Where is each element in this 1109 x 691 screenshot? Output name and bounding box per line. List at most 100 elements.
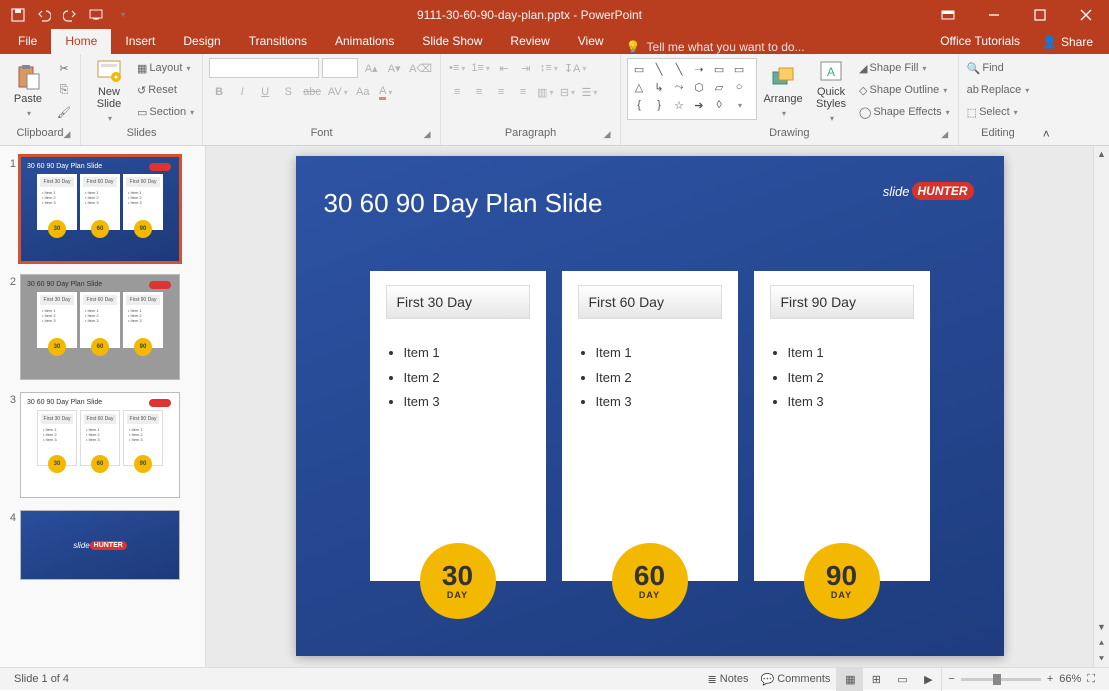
font-family-combo[interactable] <box>209 58 319 78</box>
slideshow-view-icon[interactable]: ▶ <box>915 668 941 691</box>
decrease-indent-icon[interactable]: ⇤ <box>494 58 514 78</box>
shapes-more-icon[interactable] <box>731 98 747 112</box>
paragraph-launcher-icon[interactable]: ◢ <box>600 129 614 143</box>
shape-effects-button[interactable]: ◯Shape Effects <box>857 102 952 122</box>
quick-styles-button[interactable]: A Quick Styles <box>809 58 853 124</box>
zoom-slider[interactable] <box>961 678 1041 681</box>
shape-tri-icon[interactable]: △ <box>631 80 647 94</box>
card-60[interactable]: First 60 Day Item 1 Item 2 Item 3 60DAY <box>562 271 738 581</box>
tell-me[interactable]: 💡 Tell me what you want to do... <box>626 40 805 54</box>
fit-to-window-icon[interactable]: ⛶ <box>1087 673 1095 686</box>
tab-office-tutorials[interactable]: Office Tutorials <box>930 29 1030 54</box>
shape-rbrace-icon[interactable]: } <box>651 98 667 112</box>
font-size-combo[interactable] <box>322 58 358 78</box>
numbering-icon[interactable]: 1≡ <box>469 58 492 78</box>
copy-icon[interactable]: ⎘ <box>54 80 74 100</box>
new-slide-button[interactable]: ✦ New Slide <box>87 58 131 124</box>
zoom-in-icon[interactable]: + <box>1047 673 1053 685</box>
drawing-launcher-icon[interactable]: ◢ <box>938 129 952 143</box>
tab-home[interactable]: Home <box>51 29 111 54</box>
decrease-font-icon[interactable]: A▾ <box>384 58 404 78</box>
tab-animations[interactable]: Animations <box>321 29 408 54</box>
layout-button[interactable]: ▦Layout <box>135 58 196 78</box>
ribbon-display-options-icon[interactable] <box>925 0 971 29</box>
next-slide-icon[interactable]: ⯆ <box>1094 651 1109 667</box>
shape-star-icon[interactable]: ☆ <box>671 98 687 112</box>
shape-line-icon[interactable]: ╲ <box>651 62 667 76</box>
comments-button[interactable]: 💬Comments <box>755 668 837 691</box>
shadow-icon[interactable]: S <box>278 82 298 102</box>
char-spacing-icon[interactable]: AV <box>326 82 350 102</box>
card-90[interactable]: First 90 Day Item 1 Item 2 Item 3 90DAY <box>754 271 930 581</box>
slide-thumbnail-1[interactable]: 30 60 90 Day Plan Slide First 30 Day• It… <box>20 156 180 262</box>
align-left-icon[interactable]: ≡ <box>447 82 467 102</box>
redo-icon[interactable] <box>58 3 82 27</box>
sorter-view-icon[interactable]: ⊞ <box>863 668 889 691</box>
shape-para-icon[interactable]: ▱ <box>711 80 727 94</box>
arrange-button[interactable]: Arrange <box>761 58 805 124</box>
smartart-icon[interactable]: ☰ <box>579 82 599 102</box>
zoom-out-icon[interactable]: − <box>948 673 954 685</box>
close-icon[interactable] <box>1063 0 1109 29</box>
share-button[interactable]: 👤 Share <box>1032 29 1103 54</box>
shape-arrow-icon[interactable]: ➔ <box>691 98 707 112</box>
shape-rect2-icon[interactable]: ▭ <box>711 62 727 76</box>
slide-thumbnail-4[interactable]: slideHUNTER <box>20 510 180 580</box>
shape-fill-button[interactable]: ◢Shape Fill <box>857 58 952 78</box>
slide-thumbnail-3[interactable]: 30 60 90 Day Plan Slide First 30 Day• It… <box>20 392 180 498</box>
tab-file[interactable]: File <box>4 29 51 54</box>
zoom-level[interactable]: 66% <box>1059 673 1081 685</box>
slide-thumbnails-panel[interactable]: 1 30 60 90 Day Plan Slide First 30 Day• … <box>0 146 206 667</box>
italic-icon[interactable]: I <box>232 82 252 102</box>
bold-icon[interactable]: B <box>209 82 229 102</box>
justify-icon[interactable]: ≡ <box>513 82 533 102</box>
maximize-icon[interactable] <box>1017 0 1063 29</box>
slide-canvas-area[interactable]: 30 60 90 Day Plan Slide slide HUNTER Fir… <box>206 146 1093 667</box>
align-right-icon[interactable]: ≡ <box>491 82 511 102</box>
shape-lbrace-icon[interactable]: { <box>631 98 647 112</box>
shape-rect3-icon[interactable]: ▭ <box>731 62 747 76</box>
shape-rect-icon[interactable]: ▭ <box>631 62 647 76</box>
replace-button[interactable]: abReplace <box>965 80 1032 100</box>
tab-design[interactable]: Design <box>169 29 234 54</box>
slide-counter[interactable]: Slide 1 of 4 <box>8 668 75 691</box>
strikethrough-icon[interactable]: abc <box>301 82 323 102</box>
line-spacing-icon[interactable]: ↕≡ <box>538 58 560 78</box>
vertical-scrollbar[interactable]: ▲ ▼ ⯅ ⯆ <box>1093 146 1109 667</box>
save-icon[interactable] <box>6 3 30 27</box>
slide-title[interactable]: 30 60 90 Day Plan Slide <box>324 188 976 219</box>
select-button[interactable]: ⬚Select <box>965 102 1032 122</box>
normal-view-icon[interactable]: ▦ <box>837 668 863 691</box>
reset-button[interactable]: ↺Reset <box>135 80 196 100</box>
align-center-icon[interactable]: ≡ <box>469 82 489 102</box>
tab-review[interactable]: Review <box>496 29 563 54</box>
scroll-up-icon[interactable]: ▲ <box>1094 146 1109 162</box>
slide-thumbnail-2[interactable]: 30 60 90 Day Plan Slide First 30 Day• It… <box>20 274 180 380</box>
notes-button[interactable]: ≣Notes <box>702 668 755 691</box>
increase-indent-icon[interactable]: ⇥ <box>516 58 536 78</box>
scroll-down-icon[interactable]: ▼ <box>1094 619 1109 635</box>
change-case-icon[interactable]: Aa <box>353 82 373 102</box>
shape-circle-icon[interactable]: ○ <box>731 80 747 94</box>
shape-outline-button[interactable]: ◇Shape Outline <box>857 80 952 100</box>
clear-formatting-icon[interactable]: A⌫ <box>407 58 434 78</box>
underline-icon[interactable]: U <box>255 82 275 102</box>
shape-connector-icon[interactable]: ↳ <box>651 80 667 94</box>
increase-font-icon[interactable]: A▴ <box>361 58 381 78</box>
card-30[interactable]: First 30 Day Item 1 Item 2 Item 3 30DAY <box>370 271 546 581</box>
clipboard-launcher-icon[interactable]: ◢ <box>60 129 74 143</box>
tab-insert[interactable]: Insert <box>111 29 169 54</box>
text-direction-icon[interactable]: ↧A <box>562 58 589 78</box>
slide[interactable]: 30 60 90 Day Plan Slide slide HUNTER Fir… <box>296 156 1004 656</box>
start-from-beginning-icon[interactable] <box>84 3 108 27</box>
shape-callout-icon[interactable]: ◊ <box>711 98 727 112</box>
qat-customize-icon[interactable] <box>110 3 134 27</box>
shape-arrowline-icon[interactable]: ➝ <box>691 62 707 76</box>
prev-slide-icon[interactable]: ⯅ <box>1094 635 1109 651</box>
font-launcher-icon[interactable]: ◢ <box>420 129 434 143</box>
undo-icon[interactable] <box>32 3 56 27</box>
align-text-icon[interactable]: ⊟ <box>557 82 577 102</box>
section-button[interactable]: ▭Section <box>135 102 196 122</box>
find-button[interactable]: 🔍Find <box>965 58 1032 78</box>
minimize-icon[interactable] <box>971 0 1017 29</box>
